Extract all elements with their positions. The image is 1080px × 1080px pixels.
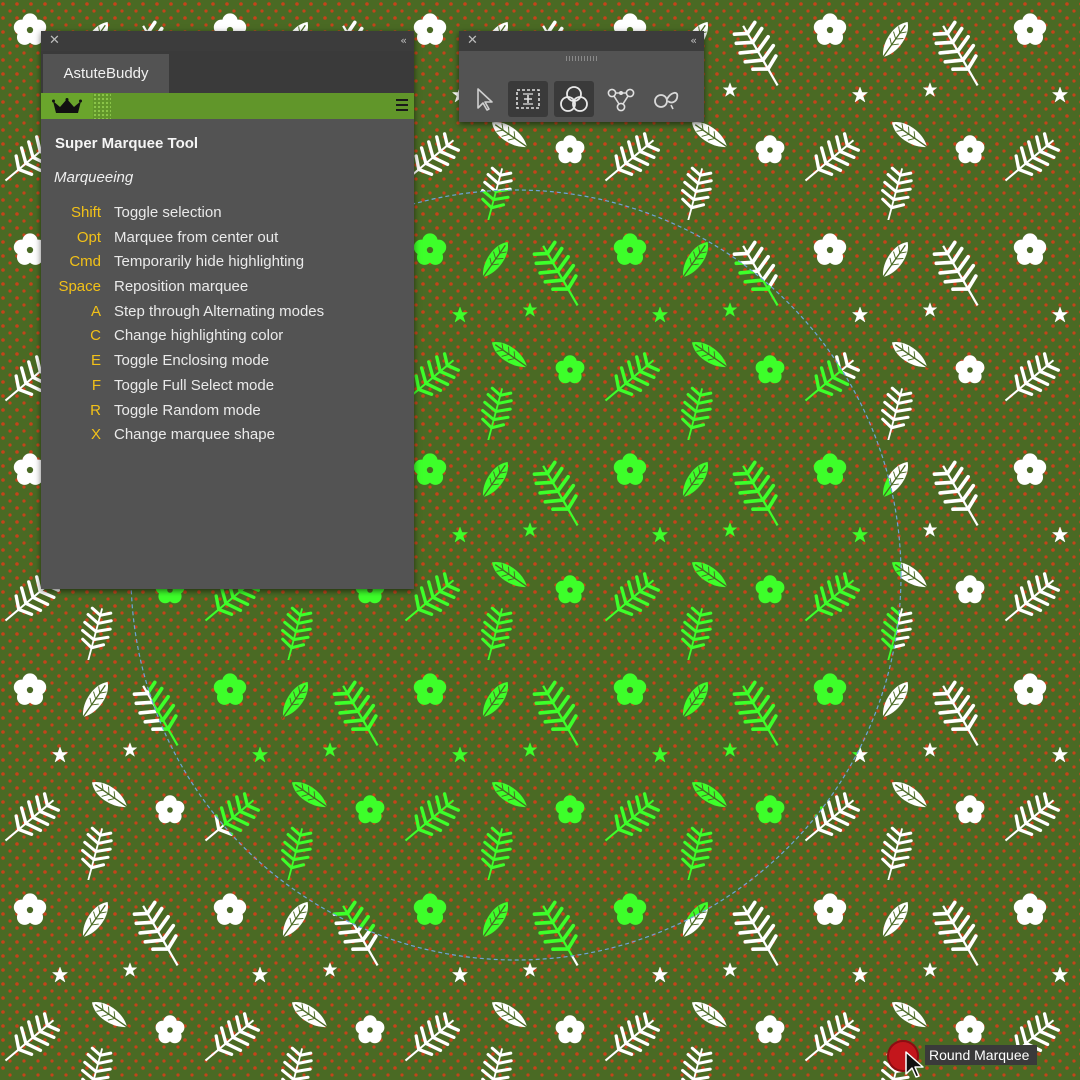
shortcut-key: Shift [70,204,101,221]
shortcut-desc: Reposition marquee [114,278,249,296]
node-triangle-icon [607,88,635,112]
tools-title-bar[interactable]: ✕ ‹‹ [459,31,704,51]
tool-lasso[interactable] [647,81,687,117]
drag-grip[interactable] [566,56,597,61]
shortcut-desc: Step through Alternating modes [114,302,325,320]
crown-logo-box [41,93,93,119]
shortcut-desc: Change highlighting color [114,327,284,345]
astutebuddy-panel: ✕ ‹‹ AstuteBuddy Super Marquee Tool Marq… [41,31,414,589]
super-marquee-icon [516,89,540,109]
shortcut-desc: Change marquee shape [114,426,275,444]
collapse-panel-icon[interactable]: ‹‹ [400,33,407,49]
shortcut-key: A [90,302,101,320]
arrow-selection-icon [477,88,493,111]
shortcut-row: A Step through Alternating modes [41,300,414,325]
brand-dither [93,93,111,119]
shortcut-row: Opt Marquee from center out [41,226,414,251]
tab-astutebuddy[interactable]: AstuteBuddy [43,54,169,93]
collapse-panel-icon[interactable]: ‹‹ [690,33,697,49]
shortcut-desc: Marquee from center out [114,228,279,246]
tooltip-label: Round Marquee [925,1045,1038,1065]
tool-round-marquee[interactable] [554,81,594,117]
shortcut-key: Space [58,278,101,296]
shortcut-row: E Toggle Enclosing mode [41,349,414,374]
shortcut-desc: Toggle selection [114,204,222,221]
lasso-icon [654,91,679,110]
tool-node[interactable] [601,81,641,117]
shortcut-row: R Toggle Random mode [41,399,414,424]
brand-bar [41,93,414,119]
shortcut-row: F Toggle Full Select mode [41,374,414,399]
close-icon[interactable]: ✕ [467,33,478,49]
tool-super-marquee[interactable] [508,81,548,117]
tab-strip: AstuteBuddy [41,51,414,93]
shortcut-desc: Toggle Enclosing mode [114,352,270,370]
crown-icon [52,98,82,113]
panel-menu-icon[interactable] [396,99,408,113]
shortcut-key: R [90,401,101,419]
shortcut-row: Cmd Temporarily hide highlighting [41,250,414,275]
shortcut-row: Shift Toggle selection [41,201,414,226]
tool-selection[interactable] [464,81,504,117]
panel-title-bar[interactable]: ✕ ‹‹ [41,31,414,51]
shortcut-desc: Temporarily hide highlighting [114,253,305,271]
shortcut-row: Space Reposition marquee [41,275,414,300]
close-icon[interactable]: ✕ [49,33,60,49]
shortcut-key: C [90,327,101,345]
shortcut-row: C Change highlighting color [41,324,414,349]
shortcut-list: Shift Toggle selection Opt Marquee from ce… [41,201,414,448]
shortcut-key: Cmd [69,253,101,271]
shortcut-desc: Toggle Random mode [114,401,261,419]
shortcut-desc: Toggle Full Select mode [114,376,275,394]
shortcut-row: X Change marquee shape [41,423,414,448]
shortcut-key: Opt [76,228,101,246]
tool-title: Super Marquee Tool [55,135,199,152]
section-heading: Marqueeing [54,169,134,186]
shortcut-key: X [90,426,101,444]
shortcut-key: F [91,376,101,394]
shortcut-key: E [90,352,101,370]
mouse-pointer-icon [905,1051,924,1078]
tools-panel: ✕ ‹‹ [459,31,704,122]
overlapping-circles-icon [560,86,588,112]
